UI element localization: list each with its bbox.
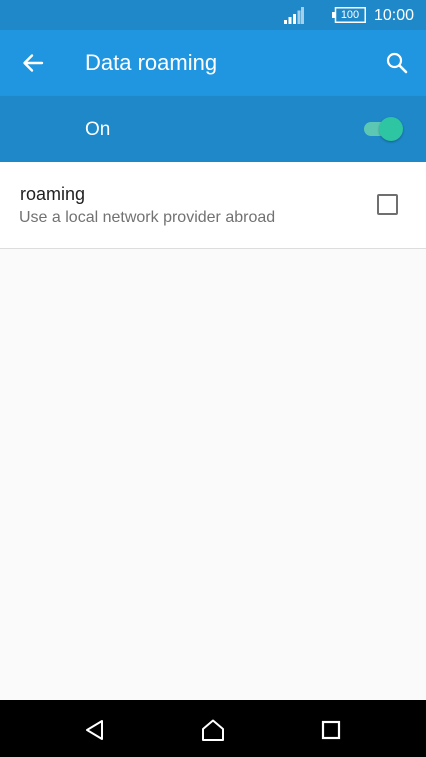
master-toggle-switch[interactable] xyxy=(362,117,404,141)
nav-back-button[interactable] xyxy=(73,708,117,752)
search-button[interactable] xyxy=(377,43,417,83)
roaming-checkbox[interactable] xyxy=(377,194,398,215)
nav-bar xyxy=(0,700,426,757)
master-switch-label: On xyxy=(85,119,111,140)
app-bar: Data roaming xyxy=(0,30,426,96)
search-icon xyxy=(386,52,408,74)
back-button[interactable] xyxy=(13,43,53,83)
page-title: Data roaming xyxy=(85,50,218,75)
setting-row-roaming[interactable]: roaming Use a local network provider abr… xyxy=(0,162,426,249)
master-switch-bar: On xyxy=(0,96,426,162)
arrow-left-icon xyxy=(23,54,44,72)
nav-home-button[interactable] xyxy=(191,708,235,752)
battery-icon: 100 xyxy=(332,7,366,23)
setting-summary: Use a local network provider abroad xyxy=(19,209,276,226)
status-bar: 100 10:00 xyxy=(0,0,426,30)
toggle-thumb xyxy=(379,117,403,141)
nav-recents-button[interactable] xyxy=(309,708,353,752)
signal-icon xyxy=(284,7,304,24)
status-time: 10:00 xyxy=(374,7,415,24)
battery-level: 100 xyxy=(340,9,360,21)
setting-title: roaming xyxy=(20,184,86,204)
recents-square-icon xyxy=(321,720,341,740)
home-icon xyxy=(202,719,224,741)
back-triangle-icon xyxy=(86,720,103,740)
